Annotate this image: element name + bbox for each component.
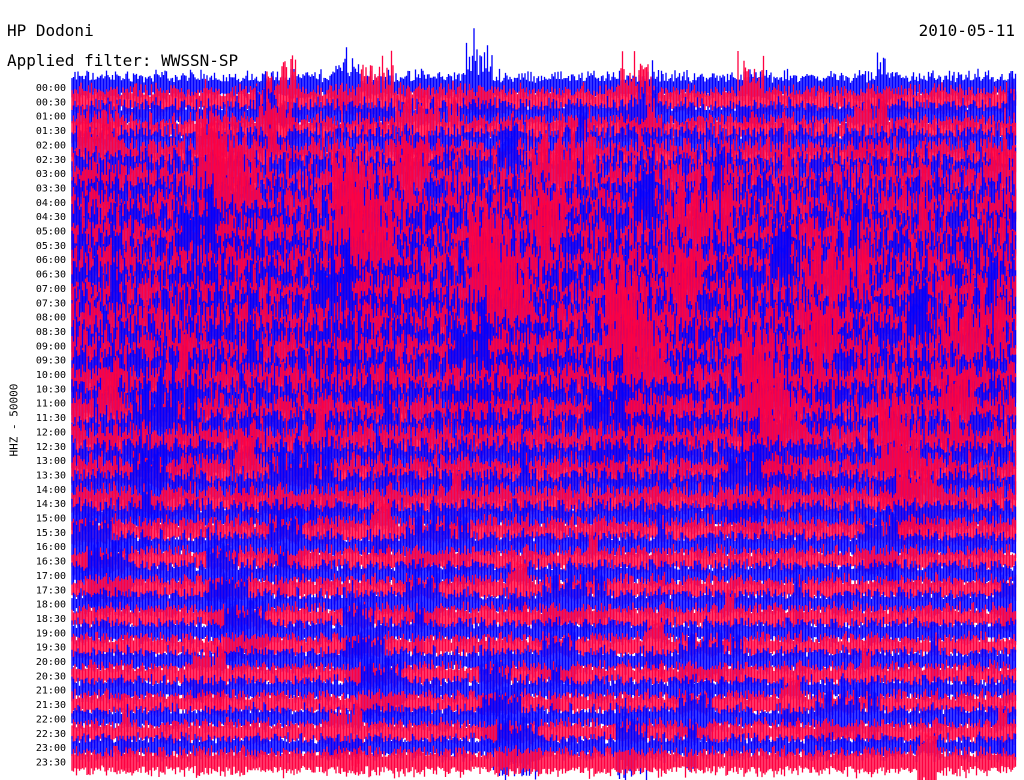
time-tick-label: 23:30: [36, 757, 66, 768]
time-tick-label: 20:30: [36, 671, 66, 682]
time-tick-label: 01:00: [36, 112, 66, 123]
time-tick-label: 05:00: [36, 227, 66, 238]
time-tick-labels: 00:00 00:30 01:00 01:30 02:00 02:30 03:00 03:30…: [36, 83, 66, 768]
time-tick-label: 10:00: [36, 370, 66, 381]
time-tick-label: 21:30: [36, 700, 66, 711]
time-tick-label: 00:30: [36, 97, 66, 108]
time-tick-label: 19:30: [36, 643, 66, 654]
time-tick-label: 04:30: [36, 212, 66, 223]
time-tick-label: 22:30: [36, 729, 66, 740]
time-tick-label: 15:00: [36, 514, 66, 525]
time-tick-label: 18:00: [36, 600, 66, 611]
time-tick-label: 09:00: [36, 341, 66, 352]
time-tick-label: 00:00: [36, 83, 66, 94]
time-tick-label: 07:30: [36, 298, 66, 309]
time-tick-label: 18:30: [36, 614, 66, 625]
time-tick-label: 06:30: [36, 270, 66, 281]
time-tick-label: 08:30: [36, 327, 66, 338]
time-tick-label: 11:00: [36, 399, 66, 410]
time-tick-label: 03:30: [36, 183, 66, 194]
time-tick-label: 07:00: [36, 284, 66, 295]
time-tick-label: 17:30: [36, 585, 66, 596]
time-tick-label: 05:30: [36, 241, 66, 252]
trace-layer: [71, 28, 1017, 780]
time-tick-label: 20:00: [36, 657, 66, 668]
time-tick-label: 14:00: [36, 485, 66, 496]
time-tick-label: 04:00: [36, 198, 66, 209]
time-tick-label: 13:00: [36, 456, 66, 467]
time-tick-label: 12:00: [36, 427, 66, 438]
helicorder-plot: 00:00 00:30 01:00 01:30 02:00 02:30 03:00 03:30…: [36, 28, 1017, 780]
time-tick-label: 08:00: [36, 313, 66, 324]
helicorder-view: HP Dodoni Applied filter: WWSSN-SP 2010-…: [0, 0, 1024, 780]
time-tick-label: 19:00: [36, 628, 66, 639]
time-tick-label: 17:00: [36, 571, 66, 582]
time-tick-label: 22:00: [36, 714, 66, 725]
time-tick-label: 09:30: [36, 356, 66, 367]
time-tick-label: 06:00: [36, 255, 66, 266]
time-tick-label: 14:30: [36, 499, 66, 510]
time-tick-label: 23:00: [36, 743, 66, 754]
time-tick-label: 13:30: [36, 470, 66, 481]
time-tick-label: 03:00: [36, 169, 66, 180]
time-tick-label: 01:30: [36, 126, 66, 137]
time-tick-label: 12:30: [36, 442, 66, 453]
time-tick-label: 11:30: [36, 413, 66, 424]
time-tick-label: 10:30: [36, 384, 66, 395]
time-tick-label: 02:30: [36, 155, 66, 166]
time-tick-label: 02:00: [36, 140, 66, 151]
time-tick-label: 16:30: [36, 557, 66, 568]
time-tick-label: 16:00: [36, 542, 66, 553]
time-tick-label: 15:30: [36, 528, 66, 539]
time-tick-label: 21:00: [36, 686, 66, 697]
